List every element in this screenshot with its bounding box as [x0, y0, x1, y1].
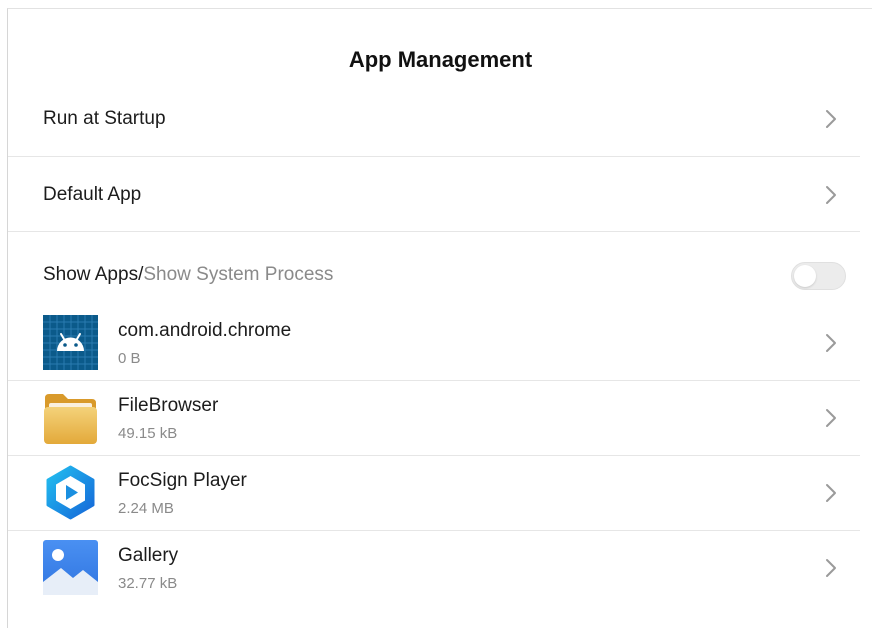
show-apps-text[interactable]: Show Apps [43, 264, 138, 285]
app-name: FileBrowser [118, 395, 219, 416]
show-apps-label: Show Apps/Show System Process [43, 264, 333, 286]
app-name: Gallery [118, 545, 179, 566]
default-app-item[interactable]: Default App [8, 179, 860, 229]
page-title: App Management [348, 47, 533, 72]
app-size: 0 B [118, 350, 141, 367]
app-name: FocSign Player [118, 470, 247, 491]
chevron-right-icon [826, 110, 836, 128]
run-at-startup-label: Run at Startup [43, 108, 166, 129]
show-system-process-text[interactable]: Show System Process [143, 264, 333, 285]
divider [8, 380, 860, 381]
app-name: com.android.chrome [118, 320, 292, 341]
app-size: 32.77 kB [118, 575, 178, 592]
divider [8, 156, 860, 157]
divider [8, 455, 860, 456]
chevron-right-icon [826, 559, 836, 577]
app-list-item[interactable]: Gallery 32.77 kB [8, 534, 860, 604]
divider [8, 530, 860, 531]
app-list-item[interactable]: com.android.chrome 0 B [8, 309, 860, 379]
chevron-right-icon [826, 186, 836, 204]
show-system-process-toggle[interactable] [791, 262, 846, 290]
app-size: 2.24 MB [118, 500, 174, 517]
app-management-page: App Management Run at Startup Default Ap… [7, 8, 872, 628]
android-icon [43, 315, 98, 370]
default-app-label: Default App [43, 184, 142, 205]
chevron-right-icon [826, 409, 836, 427]
run-at-startup-item[interactable]: Run at Startup [8, 104, 860, 154]
chevron-right-icon [826, 334, 836, 352]
toggle-knob [794, 265, 816, 287]
folder-icon [44, 394, 97, 444]
app-list-item[interactable]: FileBrowser 49.15 kB [8, 384, 860, 454]
show-apps-row: Show Apps/Show System Process [8, 264, 860, 292]
gallery-icon [43, 540, 98, 595]
app-list-item[interactable]: FocSign Player 2.24 MB [8, 459, 860, 529]
app-size: 49.15 kB [118, 425, 178, 442]
chevron-right-icon [826, 484, 836, 502]
divider [8, 231, 860, 232]
play-icon [46, 465, 95, 520]
